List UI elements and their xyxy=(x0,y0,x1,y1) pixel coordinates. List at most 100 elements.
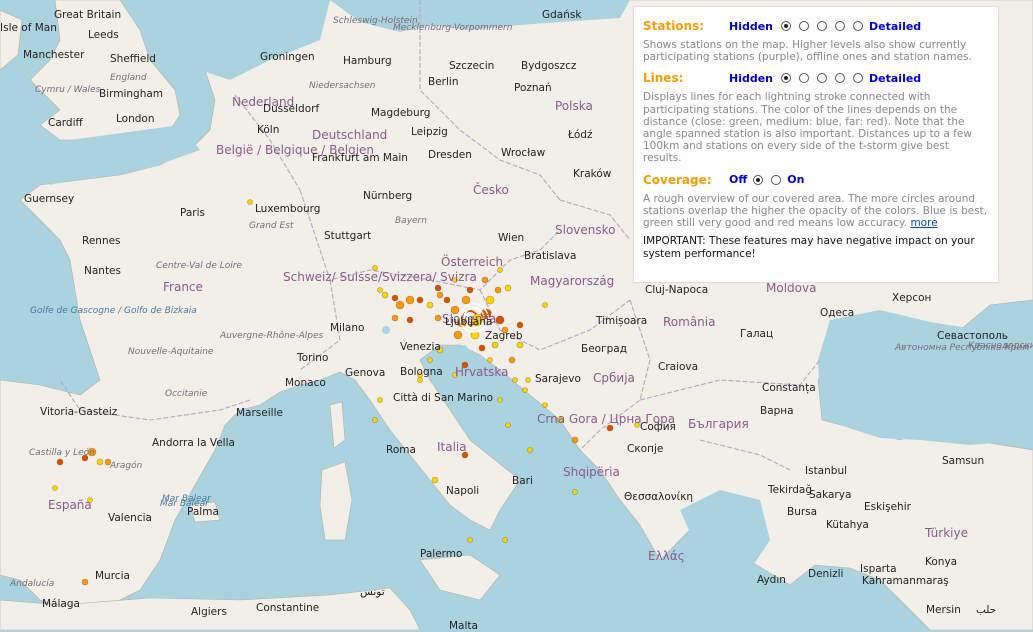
place-label-schleswig-holstein: Schleswig-Holstein xyxy=(333,16,418,26)
coverage-more-link[interactable]: more xyxy=(910,217,937,229)
stations-level-2-radio[interactable] xyxy=(817,21,828,31)
coverage-off-radio[interactable] xyxy=(753,174,764,185)
stations-level-4-radio[interactable] xyxy=(853,21,864,31)
country-label-hrvatska: Hrvatska xyxy=(455,365,509,379)
country-label-slovensko: Slovensko xyxy=(555,223,616,237)
lightning-strike-marker xyxy=(453,330,463,340)
lightning-strike-marker xyxy=(478,344,486,352)
lines-level-3-radio[interactable] xyxy=(835,73,846,84)
place-label-palermo: Palermo xyxy=(420,548,463,560)
lightning-strike-marker xyxy=(443,296,451,304)
lightning-strike-marker xyxy=(572,489,578,495)
country-label-france: France xyxy=(163,280,203,294)
place-label-mar-balear: Mar Balear xyxy=(160,499,209,509)
place-label-nantes: Nantes xyxy=(84,265,121,277)
lines-level-1-radio[interactable] xyxy=(799,73,810,84)
place-label-guernsey: Guernsey xyxy=(24,193,75,205)
lightning-strike-marker xyxy=(525,377,531,383)
place-label-n-rnberg: Nürnberg xyxy=(363,190,413,202)
place-label-bologna: Bologna xyxy=(400,366,443,378)
place-label-grand-est: Grand Est xyxy=(249,221,294,231)
lightning-strike-marker xyxy=(391,294,399,302)
place-label-luxembourg: Luxembourg xyxy=(255,203,321,215)
country-label-rom-nia: România xyxy=(663,315,716,329)
place-label-label: Херсон xyxy=(892,292,932,304)
lines-level-2-radio[interactable] xyxy=(817,73,828,84)
place-label-wien: Wien xyxy=(498,232,525,244)
place-label-cluj-napoca: Cluj-Napoca xyxy=(645,284,709,296)
stations-description: Shows stations on the map. Higher levels… xyxy=(643,39,972,64)
lines-detailed-label[interactable]: Detailed xyxy=(869,72,921,85)
stations-detailed-label[interactable]: Detailed xyxy=(869,20,921,33)
place-label-timi-oara: Timișoara xyxy=(596,315,648,327)
place-label-berlin: Berlin xyxy=(428,76,459,88)
lightning-strike-marker xyxy=(542,402,548,408)
lines-level-4-radio[interactable] xyxy=(853,73,864,84)
lightning-strike-marker xyxy=(516,341,524,349)
lines-hidden-label[interactable]: Hidden xyxy=(729,72,773,85)
lightning-strike-marker xyxy=(512,377,518,383)
place-label-leeds: Leeds xyxy=(88,29,119,41)
place-label-isparta: Isparta xyxy=(860,563,897,575)
place-label-gda-sk: Gdańsk xyxy=(542,9,582,21)
place-label-venezia: Venezia xyxy=(400,341,441,353)
lightning-strike-marker xyxy=(81,578,89,586)
place-label-algiers: Algiers xyxy=(191,606,227,618)
lightning-strike-marker xyxy=(491,341,499,349)
place-label-dresden: Dresden xyxy=(428,149,472,161)
place-label-label: Галац xyxy=(740,328,774,340)
place-label-label: Θεσσαλονίκη xyxy=(624,491,694,503)
place-label-monaco: Monaco xyxy=(285,377,326,389)
place-label-label: Краснодарский край xyxy=(968,341,1033,351)
lightning-strike-marker xyxy=(522,387,528,393)
place-label-samsun: Samsun xyxy=(942,455,985,467)
lightning-strike-marker xyxy=(427,357,433,363)
lightning-strike-marker xyxy=(56,458,64,466)
lightning-strike-marker xyxy=(377,287,383,293)
coverage-off-label[interactable]: Off xyxy=(729,173,747,186)
country-label-espa-a: España xyxy=(48,498,92,512)
stations-level-3-radio[interactable] xyxy=(835,21,846,31)
place-label-tekirda: Tekirdağ xyxy=(768,484,812,496)
place-label-genova: Genova xyxy=(345,367,386,379)
stations-level-1-radio[interactable] xyxy=(799,21,810,31)
place-label-malta: Malta xyxy=(449,620,478,632)
place-label-bursa: Bursa xyxy=(787,506,818,518)
stations-label: Stations: xyxy=(643,19,705,33)
land-sardinia xyxy=(319,461,353,541)
lines-label: Lines: xyxy=(643,71,684,86)
place-label-magdeburg: Magdeburg xyxy=(371,107,431,119)
coverage-on-radio[interactable] xyxy=(771,174,782,185)
country-label-deutschland: Deutschland xyxy=(312,128,388,142)
place-label-sheffield: Sheffield xyxy=(110,53,156,65)
lightning-strike-marker xyxy=(395,300,405,310)
lightning-strike-marker xyxy=(391,314,399,322)
place-label-constantine: Constantine xyxy=(256,602,320,614)
place-label-label: Одеса xyxy=(820,307,855,319)
lightning-strike-marker xyxy=(508,356,516,364)
country-label-label: България xyxy=(688,417,749,431)
place-label-manchester: Manchester xyxy=(23,49,85,61)
place-label-sakarya: Sakarya xyxy=(809,489,852,501)
country-label-t-rkiye: Türkiye xyxy=(925,526,968,540)
country-label-sterreich: Österreich xyxy=(441,255,504,269)
lightning-strike-marker xyxy=(434,314,442,322)
lightning-strike-marker xyxy=(497,397,503,403)
place-label-label: Београд xyxy=(581,343,627,355)
coverage-row: Coverage: Off On xyxy=(643,171,989,189)
place-label-groningen: Groningen xyxy=(260,51,315,63)
place-label-ljubljana: Ljubljana xyxy=(445,316,493,328)
place-label-ayd-n: Aydın xyxy=(757,574,786,586)
place-label-leipzig: Leipzig xyxy=(411,126,448,138)
stations-hidden-label[interactable]: Hidden xyxy=(729,20,773,33)
lines-level-0-radio[interactable] xyxy=(781,73,792,84)
country-label-esko: Česko xyxy=(473,183,509,197)
lightning-strike-marker xyxy=(247,199,253,205)
place-label-constan-a: Constanța xyxy=(762,382,816,394)
coverage-on-label[interactable]: On xyxy=(787,173,804,186)
place-label-murcia: Murcia xyxy=(95,570,130,582)
stations-level-0-radio[interactable] xyxy=(781,21,792,31)
lightning-strike-marker xyxy=(516,321,524,329)
place-label-eski-ehir: Eskişehir xyxy=(864,501,911,513)
lightning-strike-marker xyxy=(494,286,502,294)
